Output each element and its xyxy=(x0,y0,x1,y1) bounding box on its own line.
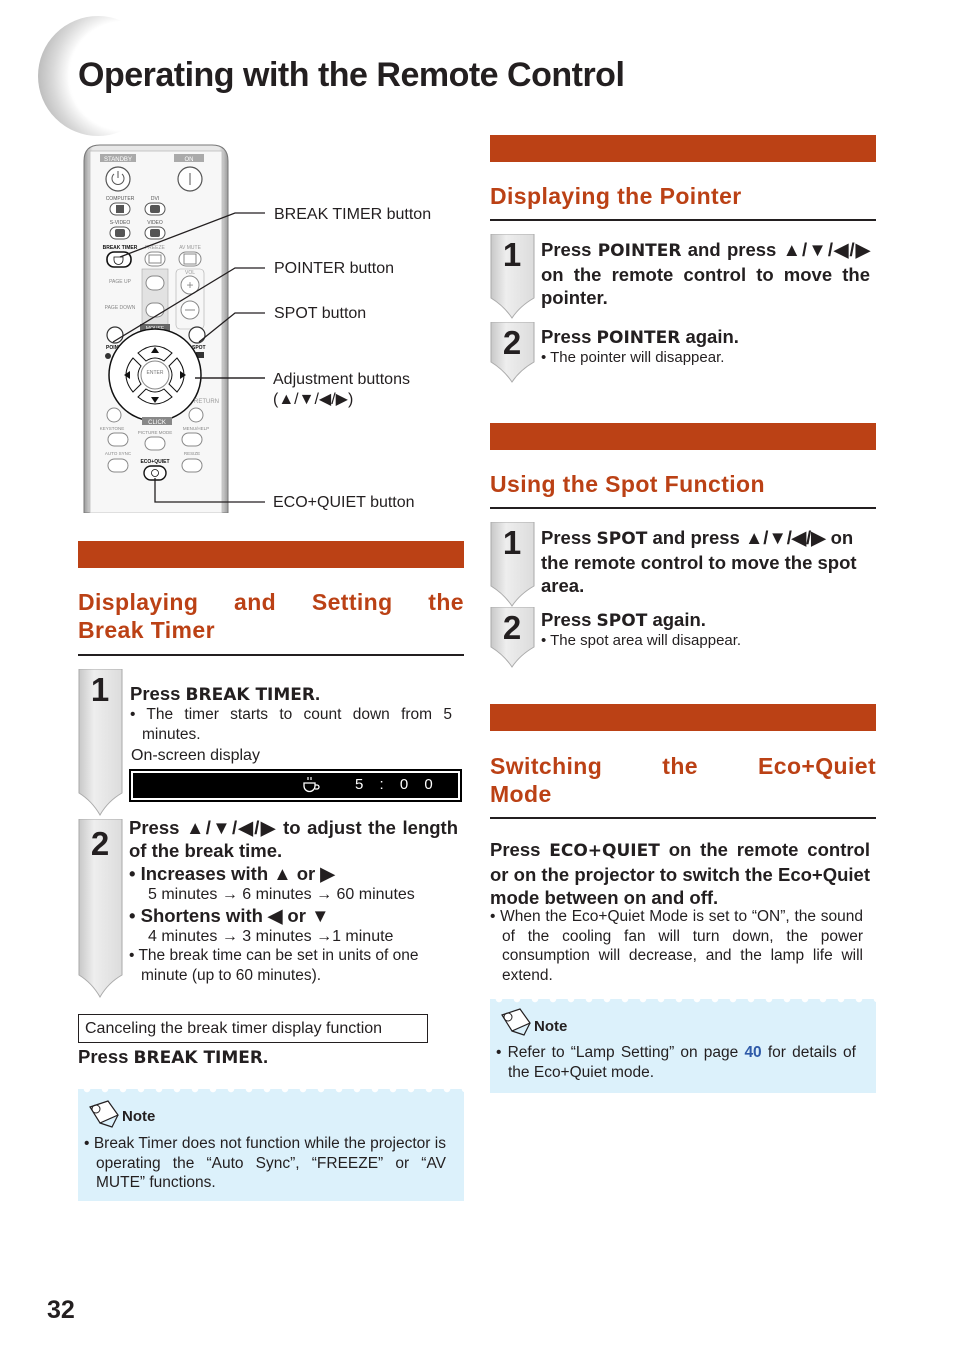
svg-text:RETURN: RETURN xyxy=(194,399,219,405)
note-heading: Note xyxy=(534,1018,568,1035)
callout-adjustment-arrows: (▲/▼/◀/▶) xyxy=(273,391,354,408)
svg-text:AV MUTE: AV MUTE xyxy=(179,245,202,251)
step2-heading: Press ▲/▼/◀/▶ to adjust the length of th… xyxy=(129,817,458,861)
step-badge-2: 2 xyxy=(490,322,535,384)
svg-text:S-VIDEO: S-VIDEO xyxy=(110,220,131,226)
section-bar xyxy=(490,423,876,450)
pointer-step2-bullet: • The pointer will disappear. xyxy=(541,349,725,366)
shorten-heading: • Shortens with ◀ or ▼ xyxy=(129,905,330,926)
note-text: • Refer to “Lamp Setting” on page 40 for… xyxy=(496,1044,856,1081)
svg-text:RESIZE: RESIZE xyxy=(184,451,200,456)
shorten-sequence: 4 minutes → 3 minutes →1 minute xyxy=(148,928,394,945)
callout-break-timer: BREAK TIMER button xyxy=(274,206,432,223)
section-title-pointer: Displaying the Pointer xyxy=(490,183,742,209)
step-badge-2: 2 xyxy=(490,607,535,669)
callout-pointer: POINTER button xyxy=(274,260,395,277)
eco-instruction: Press ECO+QUIET on the remote control or… xyxy=(490,839,870,908)
callout-adjustment: Adjustment buttons xyxy=(273,371,410,388)
spot-step2-heading: Press SPOT again. xyxy=(541,609,706,631)
pointer-step2-heading: Press POINTER again. xyxy=(541,326,739,348)
section-bar xyxy=(490,135,876,162)
svg-text:PICTURE MODE: PICTURE MODE xyxy=(138,430,173,435)
step1-heading: Press BREAK TIMER. xyxy=(130,683,321,705)
section-title-spot: Using the Spot Function xyxy=(490,471,765,497)
svg-text:PAGE UP: PAGE UP xyxy=(109,279,132,285)
svg-text:PAGE DOWN: PAGE DOWN xyxy=(105,305,136,311)
svg-text:VIDEO: VIDEO xyxy=(147,220,163,226)
spot-step1-heading: Press SPOT and press ▲/▼/◀/▶ on the remo… xyxy=(541,527,857,596)
step2-bullet: • The break time can be set in units of … xyxy=(129,947,419,984)
cancel-instruction: Press BREAK TIMER. xyxy=(78,1046,269,1068)
pencil-note-icon xyxy=(89,1100,119,1128)
eco-bullet: • When the Eco+Quiet Mode is set to “ON”… xyxy=(490,908,863,984)
osd-break-timer-display: 5 : 0 0 xyxy=(129,769,462,802)
note-box-break-timer: Note • Break Timer does not function whi… xyxy=(78,1085,464,1201)
section-bar xyxy=(490,704,876,731)
svg-text:VOL: VOL xyxy=(185,270,195,276)
section-bar xyxy=(78,541,464,568)
section-title-break-timer: Displaying and Setting the xyxy=(78,589,464,615)
section-rule xyxy=(490,507,876,509)
section-rule xyxy=(490,817,876,819)
svg-text:FREEZE: FREEZE xyxy=(145,245,165,251)
step1-bullet: • The timer starts to count down from 5 … xyxy=(130,706,452,743)
svg-text:MENU/HELP: MENU/HELP xyxy=(183,426,209,431)
increase-heading: • Increases with ▲ or ▶ xyxy=(129,863,335,884)
pointer-step1-heading: Press POINTER and press ▲/▼/◀/▶ on the r… xyxy=(541,239,871,308)
coffee-cup-icon xyxy=(303,777,320,793)
svg-text:COMPUTER: COMPUTER xyxy=(106,196,135,202)
remote-control-illustration: STANDBY ON COMPUTER DVI S-VIDEO VIDEO BR… xyxy=(82,143,230,514)
page-title: Operating with the Remote Control xyxy=(78,56,625,94)
section-rule xyxy=(78,654,464,656)
svg-text:ECO+QUIET: ECO+QUIET xyxy=(140,459,169,465)
step-badge-2: 2 xyxy=(78,819,123,999)
osd-label: On-screen display xyxy=(131,747,260,764)
cancel-box: Canceling the break timer display functi… xyxy=(78,1014,428,1043)
spot-step2-bullet: • The spot area will disappear. xyxy=(541,632,742,649)
note-box-eco-quiet: Note • Refer to “Lamp Setting” on page 4… xyxy=(490,995,876,1093)
step-badge-1: 1 xyxy=(490,522,535,608)
svg-text:BREAK TIMER: BREAK TIMER xyxy=(103,245,138,251)
svg-text:ENTER: ENTER xyxy=(147,370,164,376)
callout-eco-quiet: ECO+QUIET button xyxy=(273,494,415,511)
svg-text:KEYSTONE: KEYSTONE xyxy=(100,426,124,431)
section-title-eco-quiet-line2: Mode xyxy=(490,781,552,807)
callout-spot: SPOT button xyxy=(274,305,367,322)
section-rule xyxy=(490,219,876,221)
svg-text:DVI: DVI xyxy=(151,196,159,202)
note-text: • Break Timer does not function while th… xyxy=(84,1135,446,1191)
svg-text:AUTO SYNC: AUTO SYNC xyxy=(105,451,132,456)
section-title-break-timer-line2: Break Timer xyxy=(78,617,215,643)
note-heading: Note xyxy=(122,1108,156,1125)
remote-label-on: ON xyxy=(185,157,194,163)
step-badge-1: 1 xyxy=(78,669,123,817)
page-40-link[interactable]: 40 xyxy=(744,1044,761,1061)
page-number: 32 xyxy=(47,1296,75,1324)
section-title-eco-quiet: Switching the Eco+Quiet xyxy=(490,753,876,779)
pencil-note-icon xyxy=(501,1008,531,1036)
svg-text:+: + xyxy=(186,278,193,292)
increase-sequence: 5 minutes → 6 minutes → 60 minutes xyxy=(148,886,415,903)
step-badge-1: 1 xyxy=(490,234,535,320)
osd-time: 5 : 0 0 xyxy=(355,776,439,793)
svg-text:CLICK: CLICK xyxy=(148,420,166,426)
remote-label-standby: STANDBY xyxy=(104,157,132,163)
